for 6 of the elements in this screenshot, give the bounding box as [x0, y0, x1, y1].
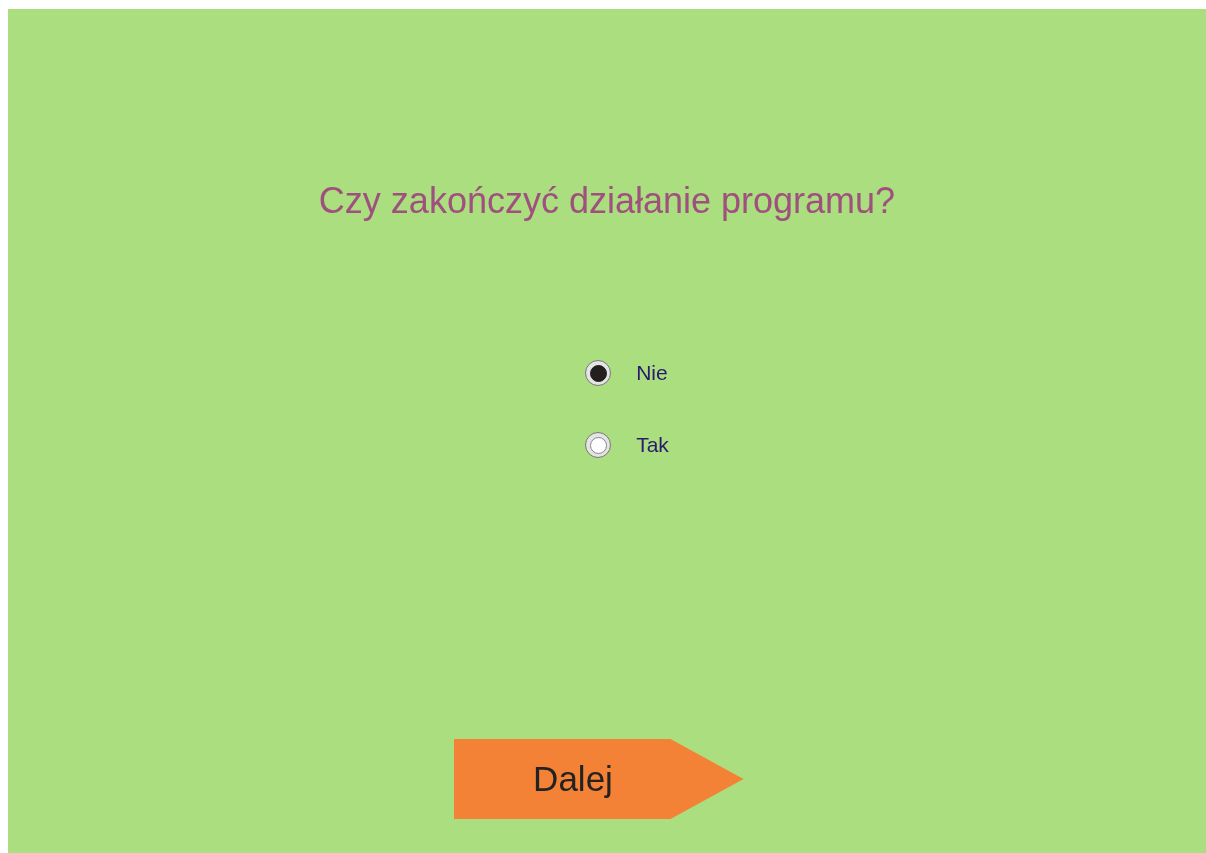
radio-button[interactable]	[585, 360, 612, 386]
next-button[interactable]: Dalej	[453, 739, 744, 819]
radio-button[interactable]	[585, 432, 612, 458]
option-label[interactable]: Nie	[636, 361, 668, 385]
question-text: Czy zakończyć działanie programu?	[318, 179, 896, 223]
option-label[interactable]: Tak	[636, 433, 669, 457]
